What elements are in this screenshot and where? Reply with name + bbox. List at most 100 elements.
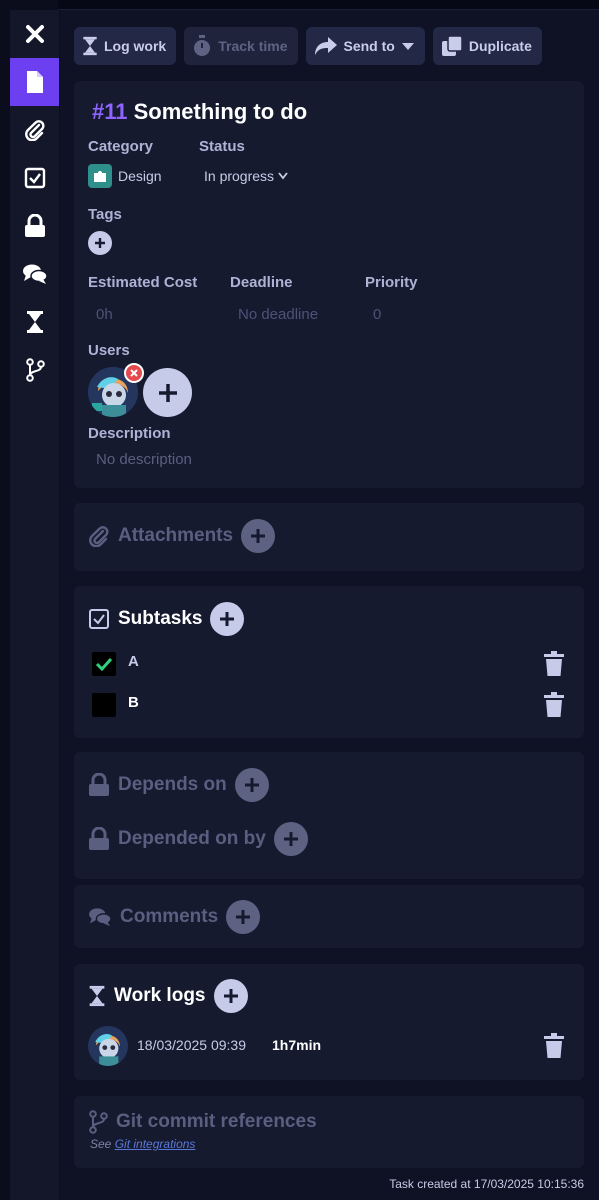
plus-icon <box>283 832 298 846</box>
add-tag-button[interactable] <box>88 231 112 255</box>
lock-icon <box>89 827 109 850</box>
plus-icon <box>244 778 259 792</box>
comments-title: Comments <box>120 906 219 927</box>
depends-on-title: Depends on <box>118 774 227 795</box>
main-panel: Log work Track time Send to Duplicate #1… <box>60 10 599 1200</box>
trash-icon[interactable] <box>543 692 565 718</box>
copy-icon <box>441 35 463 56</box>
stopwatch-icon <box>194 35 211 56</box>
git-branch-icon <box>89 1110 108 1134</box>
estimated-cost-label: Estimated Cost <box>88 274 198 291</box>
share-arrow-icon <box>314 37 337 55</box>
work-log-duration: 1h7min <box>272 1037 322 1053</box>
priority-value[interactable]: 0 <box>373 306 381 323</box>
task-details-card: #11 Something to do Category Design Stat… <box>74 81 584 488</box>
category-label: Category <box>88 138 154 155</box>
work-logs-title: Work logs <box>114 985 206 1006</box>
git-card: Git commit references See Git integratio… <box>74 1096 584 1168</box>
send-to-button[interactable]: Send to <box>305 27 425 65</box>
sidebar-item-worklogs[interactable] <box>10 298 59 346</box>
trash-icon[interactable] <box>543 651 565 677</box>
top-border <box>58 0 599 10</box>
track-time-button[interactable]: Track time <box>184 27 298 65</box>
hourglass-icon <box>89 985 105 1007</box>
toolbar: Log work Track time Send to Duplicate <box>74 27 542 65</box>
git-branch-icon <box>25 358 45 382</box>
plus-icon <box>158 383 177 402</box>
sidebar-item-attachments[interactable] <box>10 106 59 154</box>
caret-down-icon <box>401 43 414 50</box>
remove-user-button[interactable] <box>124 363 144 383</box>
close-button[interactable] <box>10 10 59 58</box>
plus-icon <box>220 612 235 626</box>
sidebar-item-details[interactable] <box>10 58 59 106</box>
add-user-button[interactable] <box>143 368 192 417</box>
subtask-row: B <box>92 692 570 719</box>
sidebar-item-comments[interactable] <box>10 250 59 298</box>
work-logs-header: Work logs <box>88 979 248 1013</box>
send-to-label: Send to <box>343 38 395 54</box>
trash-icon[interactable] <box>543 1033 565 1059</box>
hourglass-icon <box>83 36 97 56</box>
task-heading: #11 Something to do <box>92 99 307 125</box>
git-integrations-link[interactable]: Git integrations <box>115 1137 196 1151</box>
sidebar-item-subtasks[interactable] <box>10 154 59 202</box>
depended-on-by-title: Depended on by <box>118 828 266 849</box>
description-label: Description <box>88 425 171 442</box>
attachments-title: Attachments <box>118 525 234 546</box>
git-title: Git commit references <box>116 1111 317 1132</box>
status-value: In progress <box>204 168 275 184</box>
estimated-cost-value[interactable]: 0h <box>96 306 113 323</box>
git-see-text: See <box>90 1137 112 1151</box>
priority-label: Priority <box>365 274 418 291</box>
add-comment-button[interactable] <box>226 900 261 934</box>
sidebar <box>10 10 59 1200</box>
work-log-entry: 18/03/2025 09:39 1h7min <box>88 1026 570 1066</box>
git-hint: See Git integrations <box>90 1137 195 1151</box>
plus-icon <box>236 910 251 924</box>
dependencies-card: Depends on Depended on by <box>74 752 584 879</box>
deadline-value[interactable]: No deadline <box>238 306 318 323</box>
work-logs-card: Work logs 18/03/2025 09:39 1h7min <box>74 964 584 1080</box>
task-number: #11 <box>92 99 128 124</box>
description-value[interactable]: No description <box>96 451 192 468</box>
sidebar-item-git[interactable] <box>10 346 59 394</box>
add-subtask-button[interactable] <box>210 602 245 636</box>
status-label: Status <box>199 138 245 155</box>
add-dependent-button[interactable] <box>273 822 308 856</box>
depends-on-header: Depends on <box>88 768 269 802</box>
sidebar-item-dependencies[interactable] <box>10 202 59 250</box>
tags-label: Tags <box>88 206 122 223</box>
avatar-image <box>88 1026 128 1066</box>
track-time-label: Track time <box>218 38 288 54</box>
subtask-row: A <box>92 651 570 678</box>
puzzle-icon <box>88 164 112 188</box>
file-icon <box>26 71 43 93</box>
subtask-checkbox-checked[interactable] <box>92 652 116 676</box>
close-icon <box>130 369 138 377</box>
subtasks-title: Subtasks <box>118 608 203 629</box>
comments-card: Comments <box>74 885 584 948</box>
work-log-date: 18/03/2025 09:39 <box>137 1037 246 1053</box>
log-work-button[interactable]: Log work <box>74 27 177 65</box>
plus-icon <box>223 989 238 1003</box>
subtask-checkbox[interactable] <box>92 693 116 717</box>
paperclip-icon <box>24 120 45 141</box>
category-value[interactable]: Design <box>88 164 162 188</box>
task-title[interactable]: Something to do <box>134 99 308 124</box>
lock-icon <box>89 773 109 796</box>
log-work-label: Log work <box>104 38 167 54</box>
subtasks-header: Subtasks <box>88 602 245 636</box>
duplicate-button[interactable]: Duplicate <box>432 27 542 65</box>
add-attachment-button[interactable] <box>241 519 276 553</box>
add-dependency-button[interactable] <box>234 768 269 802</box>
subtask-label[interactable]: A <box>128 653 139 670</box>
lock-icon <box>24 214 45 237</box>
status-select[interactable]: In progress <box>204 168 288 184</box>
checkbox-icon <box>24 167 45 189</box>
git-header: Git commit references <box>88 1110 317 1134</box>
add-work-log-button[interactable] <box>213 979 248 1013</box>
deadline-label: Deadline <box>230 274 293 291</box>
category-text: Design <box>118 168 162 184</box>
subtask-label[interactable]: B <box>128 694 139 711</box>
